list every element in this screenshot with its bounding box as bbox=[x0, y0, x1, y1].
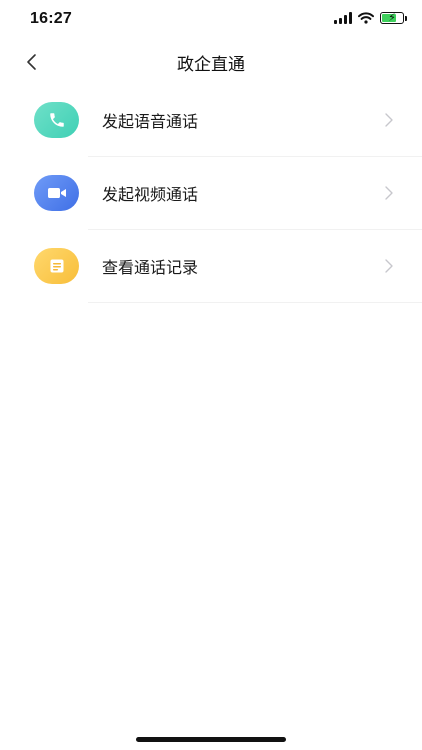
voice-call-label: 发起语音通话 bbox=[102, 112, 199, 131]
phone-icon bbox=[49, 113, 64, 127]
video-call-label: 发起视频通话 bbox=[102, 185, 199, 204]
cellular-signal-icon bbox=[334, 12, 352, 24]
page-title: 政企直通 bbox=[177, 55, 245, 75]
battery-icon: ⚡ bbox=[380, 11, 407, 24]
document-icon bbox=[50, 259, 63, 273]
voice-call-item[interactable]: 发起语音通话 bbox=[0, 84, 422, 157]
call-history-item[interactable]: 查看通话记录 bbox=[0, 230, 422, 303]
status-icons: ⚡ bbox=[334, 11, 407, 24]
call-history-label: 查看通话记录 bbox=[102, 258, 199, 277]
nav-bar: 政企直通 bbox=[0, 40, 422, 84]
home-indicator[interactable] bbox=[136, 737, 286, 742]
voice-call-icon-badge bbox=[34, 102, 79, 138]
status-bar: 16:27 ⚡ bbox=[0, 0, 422, 40]
chevron-right-icon bbox=[385, 113, 393, 127]
chevron-right-icon bbox=[385, 186, 393, 200]
video-call-item[interactable]: 发起视频通话 bbox=[0, 157, 422, 230]
video-call-icon-badge bbox=[34, 175, 79, 211]
wifi-icon bbox=[358, 12, 374, 24]
call-history-icon-badge bbox=[34, 248, 79, 284]
divider bbox=[88, 302, 422, 303]
status-time: 16:27 bbox=[30, 10, 72, 27]
menu-list: 发起语音通话 发起视频通话 查看通话记录 bbox=[0, 84, 422, 303]
chevron-right-icon bbox=[385, 259, 393, 273]
charging-bolt-icon: ⚡ bbox=[388, 11, 396, 24]
video-camera-icon bbox=[47, 188, 66, 198]
